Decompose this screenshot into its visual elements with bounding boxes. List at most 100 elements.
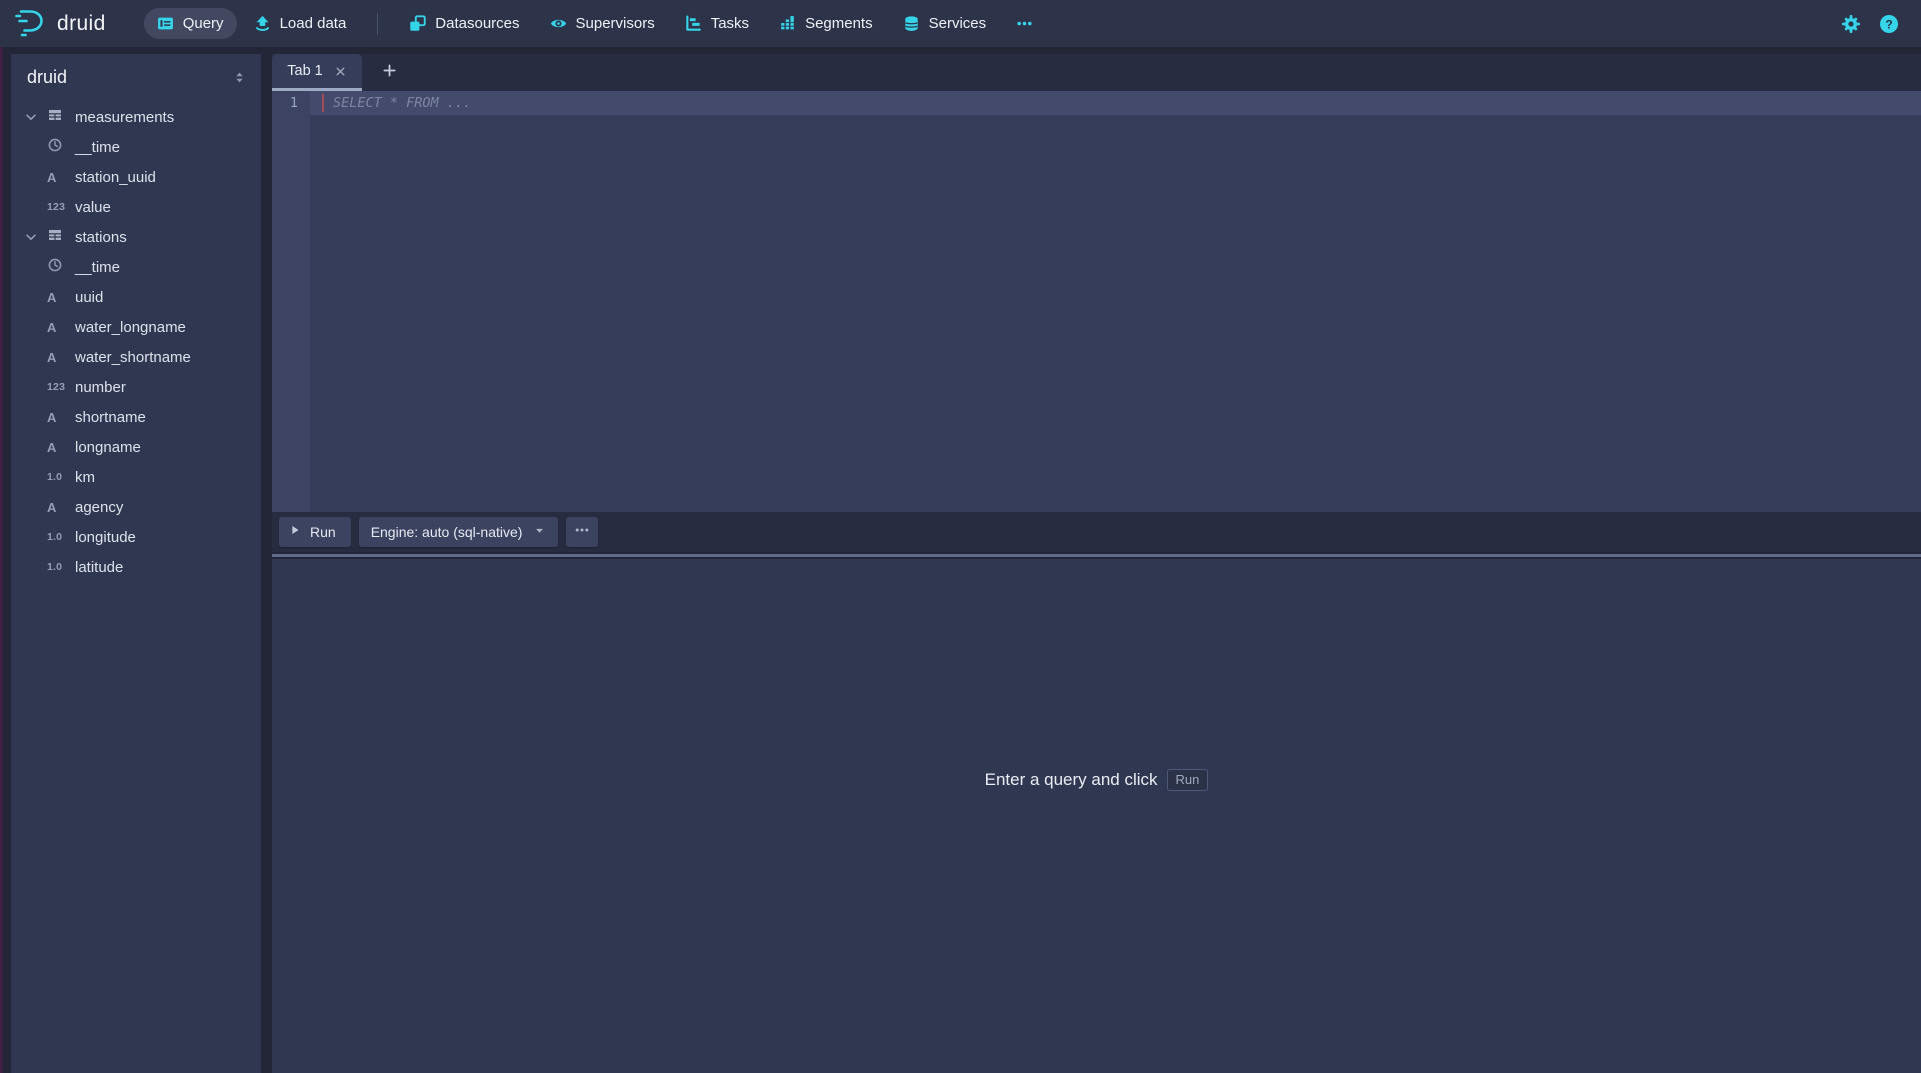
tree-row-column-water_shortname[interactable]: Awater_shortname	[11, 342, 261, 372]
eye-icon	[550, 15, 567, 32]
top-nav-bar: druid Query Load data	[0, 0, 1921, 47]
float-type-icon: 1.0	[47, 471, 62, 483]
chevron-down-icon	[24, 110, 47, 124]
nav-item-label: Tasks	[711, 15, 749, 32]
tree-item-label: longname	[75, 439, 141, 456]
float-type-icon: 1.0	[47, 561, 62, 573]
tree-item-label: measurements	[75, 109, 174, 126]
nav-items: Query Load data Datasources	[144, 8, 1046, 39]
svg-text:?: ?	[1885, 17, 1892, 31]
tree-row-column-latitude[interactable]: 1.0 latitude	[11, 552, 261, 582]
run-button[interactable]: Run	[279, 517, 351, 547]
tree-item-label: latitude	[75, 559, 123, 576]
results-panel: Enter a query and click Run	[272, 559, 1921, 1073]
query-main-panel: Tab 1 1 SELECT * FROM ... Ru	[272, 54, 1921, 1073]
play-icon	[288, 523, 302, 540]
console-icon	[157, 15, 174, 32]
nav-item-segments[interactable]: Segments	[766, 8, 886, 39]
tree-item-label: stations	[75, 229, 127, 246]
more-dots-icon	[1016, 15, 1033, 32]
nav-item-query[interactable]: Query	[144, 8, 237, 39]
nav-item-datasources[interactable]: Datasources	[396, 8, 532, 39]
string-type-icon: A	[47, 410, 56, 425]
query-editor[interactable]: 1 SELECT * FROM ...	[272, 91, 1921, 512]
number-type-icon: 123	[47, 381, 65, 393]
tree-row-column-longname[interactable]: Alongname	[11, 432, 261, 462]
tree-row-column-agency[interactable]: Aagency	[11, 492, 261, 522]
tree-row-column-water_longname[interactable]: Awater_longname	[11, 312, 261, 342]
engine-label: Engine: auto (sql-native)	[371, 524, 523, 540]
number-type-icon: 123	[47, 201, 65, 213]
tree-item-label: value	[75, 199, 111, 216]
tree-item-label: longitude	[75, 529, 136, 546]
tree-row-column-longitude[interactable]: 1.0longitude	[11, 522, 261, 552]
help-icon[interactable]: ?	[1879, 14, 1899, 34]
tree-item-label: station_uuid	[75, 169, 156, 186]
empty-message-text: Enter a query and click	[985, 770, 1158, 790]
nav-item-load-data[interactable]: Load data	[241, 8, 360, 39]
tree-row-table-stations[interactable]: stations	[11, 222, 261, 252]
druid-logo-text: druid	[57, 12, 106, 36]
tree-row-column-shortname[interactable]: Ashortname	[11, 402, 261, 432]
tab-close-icon[interactable]	[334, 65, 347, 78]
run-button-label: Run	[310, 524, 336, 540]
schema-sidebar: druid measurements__timeAstation_uuid123…	[11, 54, 261, 1073]
panel-splitter[interactable]	[272, 552, 1921, 559]
tab-bar: Tab 1	[272, 54, 1921, 91]
string-type-icon: A	[47, 170, 56, 185]
editor-placeholder: SELECT * FROM ...	[333, 91, 471, 115]
string-type-icon: A	[47, 350, 56, 365]
tree-row-column-__time[interactable]: __time	[11, 252, 261, 282]
tree-row-column-km[interactable]: 1.0 km	[11, 462, 261, 492]
tree-item-label: km	[75, 469, 95, 486]
druid-logo-icon	[12, 5, 48, 42]
tree-row-column-__time[interactable]: __time	[11, 132, 261, 162]
nav-more-button[interactable]	[1003, 8, 1046, 39]
editor-active-line	[310, 91, 1921, 115]
tree-row-column-uuid[interactable]: Auuid	[11, 282, 261, 312]
database-icon	[903, 15, 920, 32]
tree-item-label: __time	[75, 139, 120, 156]
tree-row-column-station_uuid[interactable]: Astation_uuid	[11, 162, 261, 192]
schema-tree: measurements __time Astation_uuid 123 value s…	[11, 100, 261, 582]
plus-icon	[382, 63, 397, 83]
schema-title: druid	[27, 67, 67, 88]
settings-gear-icon[interactable]	[1841, 14, 1861, 34]
gantt-icon	[685, 15, 702, 32]
druid-logo[interactable]: druid	[12, 5, 106, 42]
tree-item-label: shortname	[75, 409, 146, 426]
nav-item-tasks[interactable]: Tasks	[672, 8, 762, 39]
table-icon	[47, 107, 63, 128]
tree-item-label: agency	[75, 499, 123, 516]
nav-item-label: Segments	[805, 15, 873, 32]
add-tab-button[interactable]	[374, 58, 404, 88]
clock-icon	[47, 257, 63, 278]
nav-item-label: Query	[183, 15, 224, 32]
left-edge-strip	[0, 47, 3, 1073]
run-bar-more-button[interactable]	[566, 517, 598, 547]
tab-1[interactable]: Tab 1	[272, 54, 362, 91]
string-type-icon: A	[47, 500, 56, 515]
datasources-icon	[409, 15, 426, 32]
string-type-icon: A	[47, 290, 56, 305]
engine-select-button[interactable]: Engine: auto (sql-native)	[359, 517, 559, 547]
sort-double-caret-icon[interactable]	[232, 70, 247, 85]
editor-line-number: 1	[272, 91, 310, 115]
table-icon	[47, 227, 63, 248]
stacked-chart-icon	[779, 15, 796, 32]
tree-row-column-number[interactable]: 123number	[11, 372, 261, 402]
nav-item-supervisors[interactable]: Supervisors	[537, 8, 668, 39]
nav-item-services[interactable]: Services	[890, 8, 1000, 39]
nav-item-label: Datasources	[435, 15, 519, 32]
tree-item-label: water_longname	[75, 319, 186, 336]
chevron-down-icon	[24, 230, 47, 244]
caret-down-icon	[533, 524, 546, 540]
tree-row-column-value[interactable]: 123 value	[11, 192, 261, 222]
tree-row-table-measurements[interactable]: measurements	[11, 102, 261, 132]
tree-item-label: uuid	[75, 289, 103, 306]
tree-item-label: __time	[75, 259, 120, 276]
nav-item-label: Supervisors	[576, 15, 655, 32]
run-bar: Run Engine: auto (sql-native)	[272, 512, 1921, 552]
run-key-badge: Run	[1167, 769, 1209, 791]
clock-icon	[47, 137, 63, 158]
